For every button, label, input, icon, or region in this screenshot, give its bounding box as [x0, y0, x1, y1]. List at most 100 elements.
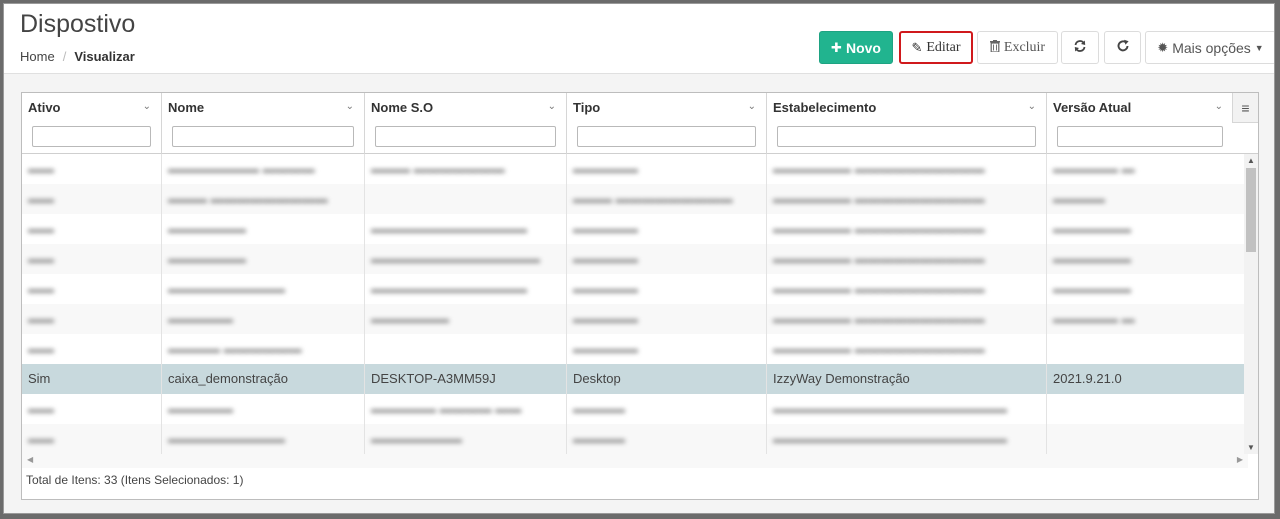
plus-icon: ✚: [831, 39, 842, 55]
scroll-right-icon[interactable]: ▶: [1237, 455, 1243, 464]
redacted-cell: ▬▬▬▬▬▬▬: [365, 424, 567, 454]
refresh-button[interactable]: [1104, 31, 1141, 64]
grid-body: ▬▬ ▬▬▬▬▬▬▬ ▬▬▬▬ ▬▬▬ ▬▬▬▬▬▬▬ ▬▬▬▬▬ ▬▬▬▬▬▬…: [22, 154, 1248, 454]
table-row[interactable]: ▬▬ ▬▬▬▬▬ ▬▬▬▬▬ ▬▬▬▬ ▬▬ ▬▬▬▬ ▬▬▬▬▬▬▬▬▬▬▬▬…: [22, 394, 1248, 424]
redacted-cell: ▬▬▬▬▬: [567, 214, 767, 244]
redacted-cell: ▬▬▬▬▬ ▬: [1047, 154, 1248, 184]
table-row[interactable]: ▬▬ ▬▬▬▬▬▬▬▬▬ ▬▬▬▬▬▬▬▬▬▬▬▬ ▬▬▬▬▬ ▬▬▬▬▬▬ ▬…: [22, 274, 1248, 304]
redacted-cell: ▬▬▬▬▬▬: [365, 304, 567, 334]
data-grid: Ativo ⌄ Nome ⌄ Nome S.O ⌄ Tipo ⌄ Estabel…: [21, 92, 1259, 500]
gear-icon: ✹: [1157, 39, 1169, 55]
refresh-icon: [1116, 39, 1130, 56]
redacted-cell: ▬▬▬▬▬▬: [162, 244, 365, 274]
table-row-selected[interactable]: Sim caixa_demonstração DESKTOP-A3MM59J D…: [22, 364, 1248, 394]
column-header-nome[interactable]: Nome ⌄: [162, 93, 365, 154]
table-row[interactable]: ▬▬ ▬▬▬▬▬▬▬ ▬▬▬▬ ▬▬▬ ▬▬▬▬▬▬▬ ▬▬▬▬▬ ▬▬▬▬▬▬…: [22, 154, 1248, 184]
column-header-estabelecimento[interactable]: Estabelecimento ⌄: [767, 93, 1047, 154]
redacted-cell: ▬▬▬ ▬▬▬▬▬▬▬▬▬: [567, 184, 767, 214]
redacted-cell: [1047, 334, 1248, 364]
breadcrumb-home[interactable]: Home: [20, 49, 55, 64]
redacted-cell: ▬▬▬▬ ▬▬▬▬▬▬: [162, 334, 365, 364]
filter-input-tipo[interactable]: [577, 126, 756, 147]
grid-header: Ativo ⌄ Nome ⌄ Nome S.O ⌄ Tipo ⌄ Estabel…: [22, 93, 1258, 154]
breadcrumb-separator: /: [62, 49, 67, 64]
chevron-down-icon[interactable]: ⌄: [346, 101, 354, 112]
redacted-cell: ▬▬▬▬▬▬▬▬▬▬▬▬▬▬▬▬▬▬: [767, 394, 1047, 424]
grid-menu-button[interactable]: ≡: [1232, 93, 1258, 123]
filter-input-ativo[interactable]: [32, 126, 151, 147]
column-header-tipo[interactable]: Tipo ⌄: [567, 93, 767, 154]
redacted-cell: ▬▬▬▬: [567, 394, 767, 424]
redacted-cell: ▬▬▬▬▬ ▬: [1047, 304, 1248, 334]
hamburger-icon: ≡: [1241, 99, 1250, 116]
redacted-cell: ▬▬▬▬▬: [567, 244, 767, 274]
column-header-nome-so[interactable]: Nome S.O ⌄: [365, 93, 567, 154]
redacted-cell: ▬▬▬▬▬▬▬▬▬▬▬▬▬▬▬▬▬▬: [767, 424, 1047, 454]
redacted-cell: ▬▬▬▬▬▬ ▬▬▬▬▬▬▬▬▬▬: [767, 304, 1047, 334]
cell-nome: caixa_demonstração: [162, 364, 365, 394]
redacted-cell: ▬▬▬▬▬▬▬▬▬▬▬▬: [365, 274, 567, 304]
novo-button[interactable]: ✚ Novo: [819, 31, 893, 64]
column-title: Versão Atual: [1053, 100, 1132, 115]
redacted-cell: ▬▬▬▬▬▬ ▬▬▬▬▬▬▬▬▬▬: [767, 244, 1047, 274]
redacted-cell: ▬▬▬▬: [567, 424, 767, 454]
table-row[interactable]: ▬▬ ▬▬▬▬▬▬▬▬▬ ▬▬▬▬▬▬▬ ▬▬▬▬ ▬▬▬▬▬▬▬▬▬▬▬▬▬▬…: [22, 424, 1248, 454]
redacted-cell: ▬▬▬ ▬▬▬▬▬▬▬▬▬: [162, 184, 365, 214]
redacted-cell: ▬▬▬▬▬▬▬▬▬: [162, 274, 365, 304]
redacted-cell: [1047, 394, 1248, 424]
filter-input-nome[interactable]: [172, 126, 354, 147]
redacted-cell: ▬▬▬▬▬: [162, 304, 365, 334]
scroll-left-icon[interactable]: ◀: [27, 455, 33, 464]
redacted-cell: ▬▬▬▬▬: [162, 394, 365, 424]
redacted-cell: ▬▬▬▬▬: [567, 304, 767, 334]
horizontal-scrollbar[interactable]: ◀ ▶: [22, 454, 1248, 468]
redacted-cell: ▬▬▬▬▬▬ ▬▬▬▬▬▬▬▬▬▬: [767, 184, 1047, 214]
redacted-cell: ▬▬▬▬▬▬▬▬▬▬▬▬▬: [365, 244, 567, 274]
grid-footer-summary: Total de Itens: 33 (Itens Selecionados: …: [26, 473, 244, 487]
redacted-cell: ▬▬▬▬▬: [567, 274, 767, 304]
chevron-down-icon[interactable]: ⌄: [1028, 101, 1036, 112]
scrollbar-thumb[interactable]: [1246, 168, 1256, 252]
chevron-down-icon[interactable]: ⌄: [548, 101, 556, 112]
table-row[interactable]: ▬▬ ▬▬▬▬▬▬ ▬▬▬▬▬▬▬▬▬▬▬▬ ▬▬▬▬▬ ▬▬▬▬▬▬ ▬▬▬▬…: [22, 214, 1248, 244]
excluir-label: Excluir: [1003, 39, 1046, 55]
scroll-up-icon[interactable]: ▲: [1244, 156, 1258, 165]
redacted-cell: ▬▬▬▬▬▬: [1047, 274, 1248, 304]
table-row[interactable]: ▬▬ ▬▬▬▬▬▬ ▬▬▬▬▬▬▬▬▬▬▬▬▬ ▬▬▬▬▬ ▬▬▬▬▬▬ ▬▬▬…: [22, 244, 1248, 274]
redacted-cell: ▬▬▬▬▬▬ ▬▬▬▬▬▬▬▬▬▬: [767, 274, 1047, 304]
column-header-ativo[interactable]: Ativo ⌄: [22, 93, 162, 154]
vertical-scrollbar[interactable]: ▲ ▼: [1244, 154, 1258, 454]
cell-tipo: Desktop: [567, 364, 767, 394]
editar-button[interactable]: ✎ Editar: [899, 31, 973, 64]
redacted-cell: ▬▬▬▬▬▬: [1047, 244, 1248, 274]
redacted-cell: ▬▬: [22, 424, 162, 454]
redacted-cell: ▬▬▬▬▬▬: [1047, 214, 1248, 244]
mais-opcoes-label: Mais opções: [1172, 39, 1251, 56]
sync-button[interactable]: [1061, 31, 1099, 64]
table-row[interactable]: ▬▬ ▬▬▬ ▬▬▬▬▬▬▬▬▬ ▬▬▬ ▬▬▬▬▬▬▬▬▬ ▬▬▬▬▬▬ ▬▬…: [22, 184, 1248, 214]
table-row[interactable]: ▬▬ ▬▬▬▬ ▬▬▬▬▬▬ ▬▬▬▬▬ ▬▬▬▬▬▬ ▬▬▬▬▬▬▬▬▬▬: [22, 334, 1248, 364]
redacted-cell: ▬▬: [22, 394, 162, 424]
scroll-down-icon[interactable]: ▼: [1244, 443, 1258, 452]
filter-input-estabelecimento[interactable]: [777, 126, 1036, 147]
cell-ativo: Sim: [22, 364, 162, 394]
chevron-down-icon[interactable]: ⌄: [143, 101, 151, 112]
filter-input-nome-so[interactable]: [375, 126, 556, 147]
redacted-cell: ▬▬▬▬▬▬▬ ▬▬▬▬: [162, 154, 365, 184]
cell-estabelecimento: IzzyWay Demonstração: [767, 364, 1047, 394]
breadcrumb: Home / Visualizar: [20, 49, 135, 64]
excluir-button[interactable]: Excluir: [977, 31, 1058, 64]
redacted-cell: ▬▬▬▬▬▬ ▬▬▬▬▬▬▬▬▬▬: [767, 154, 1047, 184]
column-header-versao[interactable]: Versão Atual ⌄: [1047, 93, 1233, 154]
redacted-cell: ▬▬▬▬: [1047, 184, 1248, 214]
window-frame: Dispostivo Home / Visualizar ✚ Novo ✎ Editar…: [3, 3, 1275, 514]
chevron-down-icon[interactable]: ⌄: [1215, 101, 1223, 112]
table-row[interactable]: ▬▬ ▬▬▬▬▬ ▬▬▬▬▬▬ ▬▬▬▬▬ ▬▬▬▬▬▬ ▬▬▬▬▬▬▬▬▬▬ …: [22, 304, 1248, 334]
mais-opcoes-button[interactable]: ✹ Mais opções ▼: [1145, 31, 1274, 64]
redacted-cell: [1047, 424, 1248, 454]
column-title: Estabelecimento: [773, 100, 877, 115]
redacted-cell: ▬▬▬▬▬▬▬▬▬▬▬▬: [365, 214, 567, 244]
column-title: Nome: [168, 100, 205, 115]
chevron-down-icon[interactable]: ⌄: [748, 101, 756, 112]
filter-input-versao[interactable]: [1057, 126, 1223, 147]
